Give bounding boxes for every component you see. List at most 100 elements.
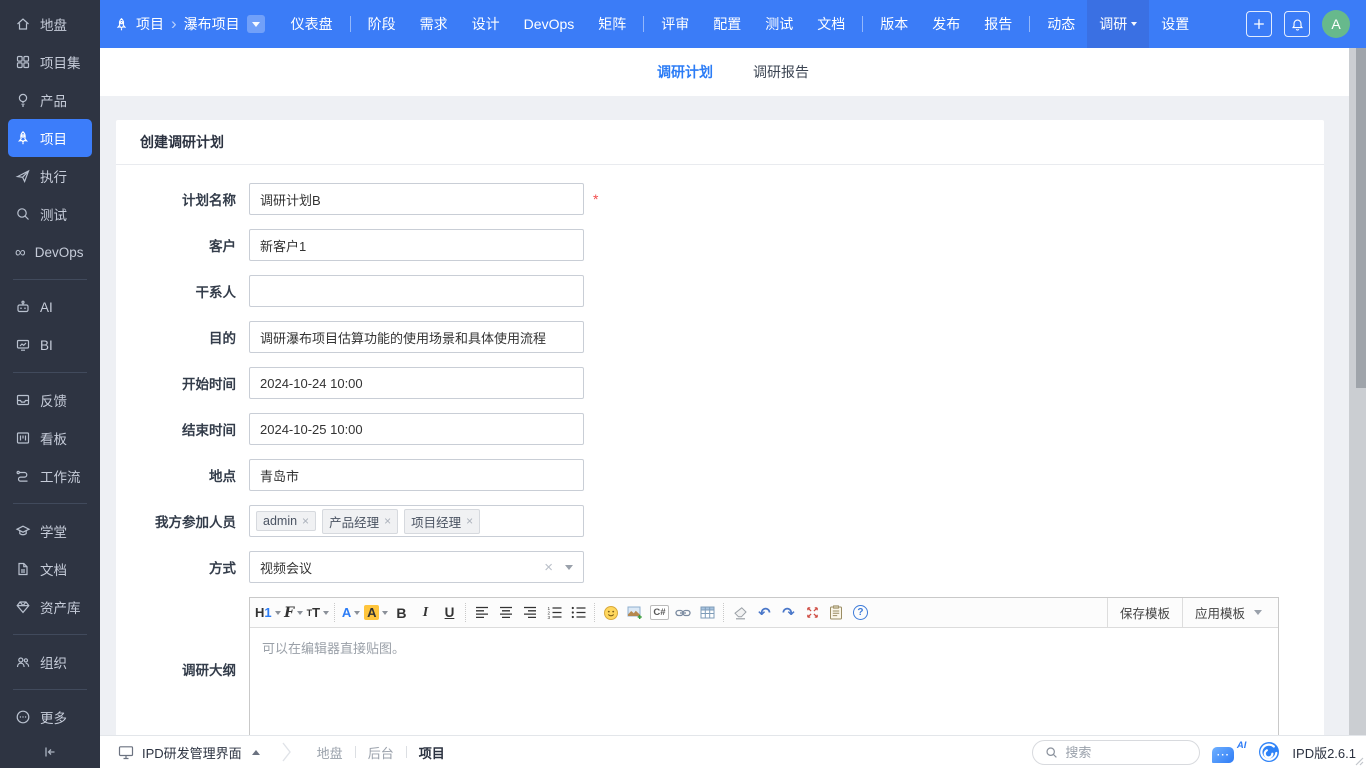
highlight-color-button[interactable]: A (364, 601, 388, 625)
form-row-start-time: 开始时间 (140, 367, 1324, 399)
heading-button[interactable]: H1 (255, 601, 281, 625)
method-select[interactable]: 视频会议 × (249, 551, 584, 583)
sidebar-item-more[interactable]: 更多 (0, 698, 100, 736)
field-label: 目的 (140, 327, 236, 347)
sidebar-item-program[interactable]: 项目集 (0, 43, 100, 81)
ordered-list-button[interactable]: 123 (543, 601, 565, 625)
search-input[interactable] (1065, 745, 1165, 760)
participants-input[interactable]: admin× 产品经理× 项目经理× (249, 505, 584, 537)
remove-tag-icon[interactable]: × (384, 515, 391, 527)
sidebar-item-bi[interactable]: BI (0, 326, 100, 364)
sidebar-item-org[interactable]: 组织 (0, 643, 100, 681)
sidebar-collapse-icon[interactable] (0, 744, 100, 760)
italic-button[interactable]: I (414, 601, 436, 625)
sidebar-item-label: 项目集 (40, 52, 81, 72)
vertical-scrollbar-track[interactable] (1349, 48, 1366, 735)
sidebar-item-workflow[interactable]: 工作流 (0, 457, 100, 495)
redo-button[interactable]: ↷ (777, 601, 799, 625)
sidebar-item-test[interactable]: 测试 (0, 195, 100, 233)
zentao-logo-icon[interactable] (1258, 741, 1280, 763)
plan-name-input[interactable] (249, 183, 584, 215)
remove-tag-icon[interactable]: × (466, 515, 473, 527)
nav-item-dynamic[interactable]: 动态 (1035, 0, 1087, 48)
start-time-input[interactable] (249, 367, 584, 399)
stakeholder-input[interactable] (249, 275, 584, 307)
insert-link-button[interactable] (672, 601, 694, 625)
font-family-button[interactable]: F (283, 601, 305, 625)
underline-button[interactable]: U (438, 601, 460, 625)
tab-research-report[interactable]: 调研报告 (753, 62, 809, 82)
eraser-button[interactable] (729, 601, 751, 625)
nav-item-doc[interactable]: 文档 (805, 0, 857, 48)
unordered-list-icon (571, 606, 586, 619)
save-template-button[interactable]: 保存模板 (1107, 598, 1182, 627)
align-left-button[interactable] (471, 601, 493, 625)
fullscreen-button[interactable] (801, 601, 823, 625)
rocket-icon (114, 17, 129, 32)
sidebar-item-ai[interactable]: AI (0, 288, 100, 326)
nav-item-matrix[interactable]: 矩阵 (586, 0, 638, 48)
nav-item-dashboard[interactable]: 仪表盘 (279, 0, 345, 48)
avatar[interactable]: A (1322, 10, 1350, 38)
robot-icon (15, 299, 31, 315)
project-switcher-button[interactable] (247, 15, 265, 33)
nav-item-devops[interactable]: DevOps (512, 0, 587, 48)
align-center-button[interactable] (495, 601, 517, 625)
vertical-scrollbar-thumb[interactable] (1356, 48, 1366, 388)
ai-assistant-button[interactable]: ··· AI (1212, 741, 1246, 763)
nav-item-research[interactable]: 调研 (1087, 0, 1149, 48)
help-button[interactable]: ? (849, 601, 871, 625)
nav-item-report[interactable]: 报告 (972, 0, 1024, 48)
apply-template-button[interactable]: 应用模板 (1182, 598, 1274, 627)
font-size-button[interactable]: TT (307, 601, 329, 625)
sidebar-item-feedback[interactable]: 反馈 (0, 381, 100, 419)
nav-item-design[interactable]: 设计 (460, 0, 512, 48)
unordered-list-button[interactable] (567, 601, 589, 625)
notifications-button[interactable] (1284, 11, 1310, 37)
insert-code-button[interactable]: C# (648, 601, 670, 625)
nav-item-test[interactable]: 测试 (753, 0, 805, 48)
app-switcher[interactable]: IPD研发管理界面 (118, 743, 260, 762)
breadcrumb-app[interactable]: 项目 (136, 14, 164, 34)
nav-item-review[interactable]: 评审 (649, 0, 701, 48)
remove-tag-icon[interactable]: × (302, 515, 309, 527)
global-search[interactable] (1032, 740, 1200, 765)
nav-item-release[interactable]: 发布 (920, 0, 972, 48)
location-input[interactable] (249, 459, 584, 491)
font-color-button[interactable]: A (340, 601, 362, 625)
customer-input[interactable] (249, 229, 584, 261)
sidebar-item-project[interactable]: 项目 (8, 119, 92, 157)
align-right-button[interactable] (519, 601, 541, 625)
breadcrumb-home[interactable]: 地盘 (317, 743, 343, 762)
page-title: 创建调研计划 (116, 120, 1324, 165)
end-time-input[interactable] (249, 413, 584, 445)
resize-grip-icon (1354, 756, 1364, 766)
sidebar-item-product[interactable]: 产品 (0, 81, 100, 119)
grid-icon (15, 54, 31, 70)
undo-button[interactable]: ↶ (753, 601, 775, 625)
sidebar-item-home[interactable]: 地盘 (0, 5, 100, 43)
nav-item-story[interactable]: 需求 (408, 0, 460, 48)
editor-content-area[interactable]: 可以在编辑器直接贴图。 (250, 628, 1278, 740)
breadcrumb-admin[interactable]: 后台 (368, 743, 394, 762)
sidebar-item-execution[interactable]: 执行 (0, 157, 100, 195)
source-button[interactable] (825, 601, 847, 625)
create-button[interactable] (1246, 11, 1272, 37)
tab-research-plan[interactable]: 调研计划 (657, 62, 713, 82)
clear-icon[interactable]: × (544, 560, 553, 575)
insert-table-button[interactable] (696, 601, 718, 625)
bold-button[interactable]: B (390, 601, 412, 625)
sidebar-item-devops[interactable]: ∞ DevOps (0, 233, 100, 271)
sidebar-item-doc[interactable]: 文档 (0, 550, 100, 588)
nav-item-stage[interactable]: 阶段 (356, 0, 408, 48)
breadcrumb-project-name[interactable]: 瀑布项目 (184, 14, 240, 34)
nav-item-config[interactable]: 配置 (701, 0, 753, 48)
insert-image-button[interactable] (624, 601, 646, 625)
sidebar-item-school[interactable]: 学堂 (0, 512, 100, 550)
sidebar-item-assets[interactable]: 资产库 (0, 588, 100, 626)
sidebar-item-kanban[interactable]: 看板 (0, 419, 100, 457)
purpose-input[interactable] (249, 321, 584, 353)
emoji-button[interactable] (600, 601, 622, 625)
nav-item-build[interactable]: 版本 (868, 0, 920, 48)
nav-item-settings[interactable]: 设置 (1149, 0, 1201, 48)
